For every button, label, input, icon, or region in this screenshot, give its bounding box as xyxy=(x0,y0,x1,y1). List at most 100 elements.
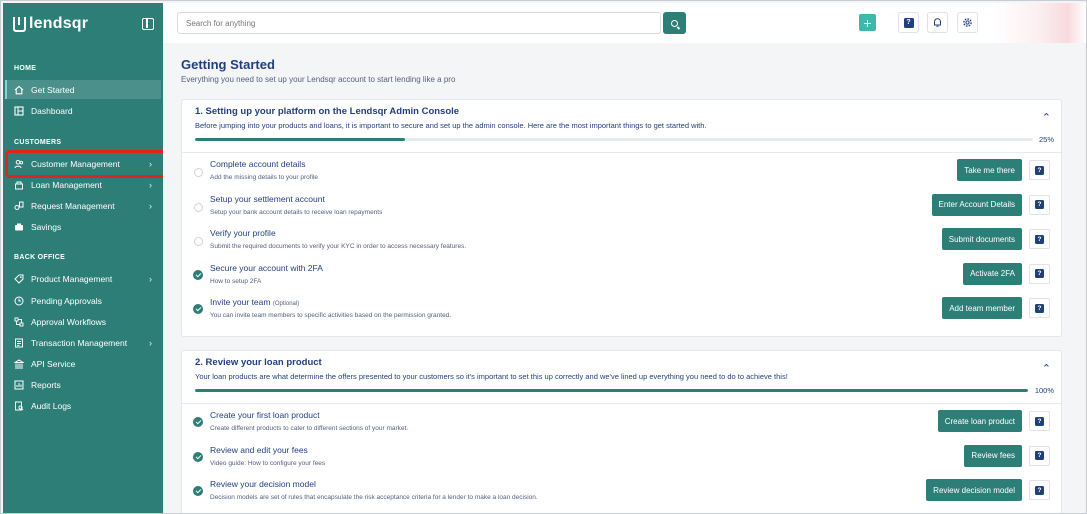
users-icon xyxy=(14,159,24,169)
bank-icon xyxy=(14,358,24,369)
help-button[interactable]: ? xyxy=(898,12,919,33)
help-icon: ? xyxy=(1035,200,1044,209)
product-icon xyxy=(14,274,24,284)
help-icon: ? xyxy=(1035,485,1044,495)
task-help-button[interactable]: ? xyxy=(1029,229,1050,249)
add-team-member-button[interactable]: Add team member xyxy=(942,297,1022,319)
add-button[interactable]: + xyxy=(859,14,876,31)
task-help-button[interactable]: ? xyxy=(1029,194,1050,215)
task-help-button[interactable]: ? xyxy=(1029,298,1050,318)
notifications-button[interactable] xyxy=(927,12,948,33)
check-circle-icon xyxy=(193,269,203,280)
sidebar-item-label: Loan Management xyxy=(31,179,102,190)
task-title: Review and edit your fees xyxy=(210,444,308,455)
sidebar-item-dashboard[interactable]: Dashboard xyxy=(5,101,161,120)
task-title: Create your first loan product xyxy=(210,410,320,420)
brand-name: lendsqr xyxy=(29,15,89,32)
bell-icon xyxy=(934,18,941,27)
task-description: Setup your bank account details to recei… xyxy=(210,208,383,216)
review-decision-model-button[interactable]: Review decision model xyxy=(926,479,1022,501)
activate-2fa-button[interactable]: Activate 2FA xyxy=(963,262,1022,285)
chevron-right-icon: › xyxy=(149,200,152,211)
sidebar-item-audit-logs[interactable]: Audit Logs xyxy=(5,396,161,415)
help-icon: ? xyxy=(1035,165,1044,175)
sidebar-item-transaction-management[interactable]: Transaction Management › xyxy=(5,333,161,352)
sidebar-item-product-management[interactable]: Product Management › xyxy=(5,269,161,288)
section-title-home: HOME xyxy=(14,65,37,72)
task-row: Setup your settlement account Setup your… xyxy=(182,188,1061,223)
request-icon xyxy=(14,201,24,211)
task-title: Verify your profile xyxy=(210,228,276,238)
home-icon xyxy=(14,85,24,95)
progress-percent: 25% xyxy=(1038,135,1054,144)
task-description: Decision models are set of rules that en… xyxy=(210,494,538,501)
task-title: Setup your settlement account xyxy=(210,193,325,204)
chevron-right-icon: › xyxy=(149,273,152,284)
sidebar-item-customer-management[interactable]: Customer Management › xyxy=(5,154,161,173)
card-header[interactable]: 2. Review your loan product Your loan pr… xyxy=(182,351,1061,404)
task-row: Create your first loan product Create di… xyxy=(182,404,1061,439)
sidebar-item-get-started[interactable]: Get Started xyxy=(5,80,161,99)
clock-icon xyxy=(14,296,24,306)
page-title: Getting Started xyxy=(181,57,275,72)
task-help-button[interactable]: ? xyxy=(1029,263,1050,284)
task-row: Invite your team (Optional) You can invi… xyxy=(182,291,1061,326)
task-row: Review your decision model Decision mode… xyxy=(182,473,1061,508)
sidebar-item-loan-management[interactable]: Loan Management › xyxy=(5,175,161,194)
sidebar-item-approval-workflows[interactable]: Approval Workflows xyxy=(5,312,161,331)
task-status-incomplete-icon xyxy=(194,237,203,246)
card-description: Your loan products are what determine th… xyxy=(195,372,788,381)
progress-fill xyxy=(195,138,405,141)
check-circle-icon xyxy=(193,486,203,496)
task-row: Complete account details Add the missing… xyxy=(182,153,1061,188)
sidebar-item-pending-approvals[interactable]: Pending Approvals xyxy=(5,291,161,310)
section-title-back-office: BACK OFFICE xyxy=(14,254,66,261)
task-status-incomplete-icon xyxy=(194,168,203,177)
search-icon xyxy=(671,19,678,27)
review-fees-button[interactable]: Review fees xyxy=(964,444,1022,467)
task-help-button[interactable]: ? xyxy=(1029,480,1050,500)
card-header[interactable]: 1. Setting up your platform on the Lends… xyxy=(182,100,1061,153)
task-description: Create different products to cater to di… xyxy=(210,425,409,432)
sidebar-item-reports[interactable]: Reports xyxy=(5,375,161,394)
task-help-button[interactable]: ? xyxy=(1029,411,1050,431)
chevron-up-icon[interactable]: ⌃ xyxy=(1042,362,1051,375)
task-row: Verify your profile Submit the required … xyxy=(182,222,1061,257)
create-loan-product-button[interactable]: Create loan product xyxy=(937,410,1022,432)
plus-icon: + xyxy=(863,14,872,31)
task-help-button[interactable]: ? xyxy=(1029,445,1050,466)
submit-documents-button[interactable]: Submit documents xyxy=(941,228,1022,250)
card-title: 1. Setting up your platform on the Lends… xyxy=(195,106,460,117)
help-icon: ? xyxy=(1035,269,1044,278)
collapse-sidebar-icon[interactable] xyxy=(142,18,154,30)
settings-button[interactable] xyxy=(957,12,978,33)
sidebar-item-label: Product Management xyxy=(31,273,113,284)
user-profile-area[interactable] xyxy=(995,3,1086,43)
gear-icon xyxy=(963,18,972,27)
brand-logo[interactable]: lendsqr xyxy=(13,15,88,33)
chevron-up-icon[interactable]: ⌃ xyxy=(1042,111,1051,124)
task-description: Submit the required documents to verify … xyxy=(210,243,467,250)
search-button[interactable] xyxy=(663,12,686,34)
check-circle-icon xyxy=(193,451,203,462)
reports-icon xyxy=(14,380,24,390)
search-input[interactable] xyxy=(177,12,661,34)
take-me-there-button[interactable]: Take me there xyxy=(957,159,1022,181)
sidebar-item-label: Customer Management xyxy=(31,158,120,169)
help-icon: ? xyxy=(1035,303,1044,313)
audit-icon xyxy=(14,401,24,411)
task-help-button[interactable]: ? xyxy=(1029,160,1050,180)
sidebar-item-label: Pending Approvals xyxy=(31,295,102,306)
sidebar-item-request-management[interactable]: Request Management › xyxy=(5,196,161,215)
chevron-right-icon: › xyxy=(149,337,152,348)
task-status-incomplete-icon xyxy=(194,202,203,212)
task-description: How to setup 2FA xyxy=(210,277,262,285)
task-row: Secure your account with 2FA How to setu… xyxy=(182,257,1061,292)
sidebar-item-label: Audit Logs xyxy=(31,400,72,411)
progress-bar xyxy=(195,389,1028,392)
task-description: You can invite team members to specific … xyxy=(210,312,452,319)
enter-account-details-button[interactable]: Enter Account Details xyxy=(931,193,1022,216)
sidebar-item-label: API Service xyxy=(31,358,76,369)
sidebar-item-savings[interactable]: Savings xyxy=(5,217,161,236)
sidebar-item-api-service[interactable]: API Service xyxy=(5,354,161,373)
